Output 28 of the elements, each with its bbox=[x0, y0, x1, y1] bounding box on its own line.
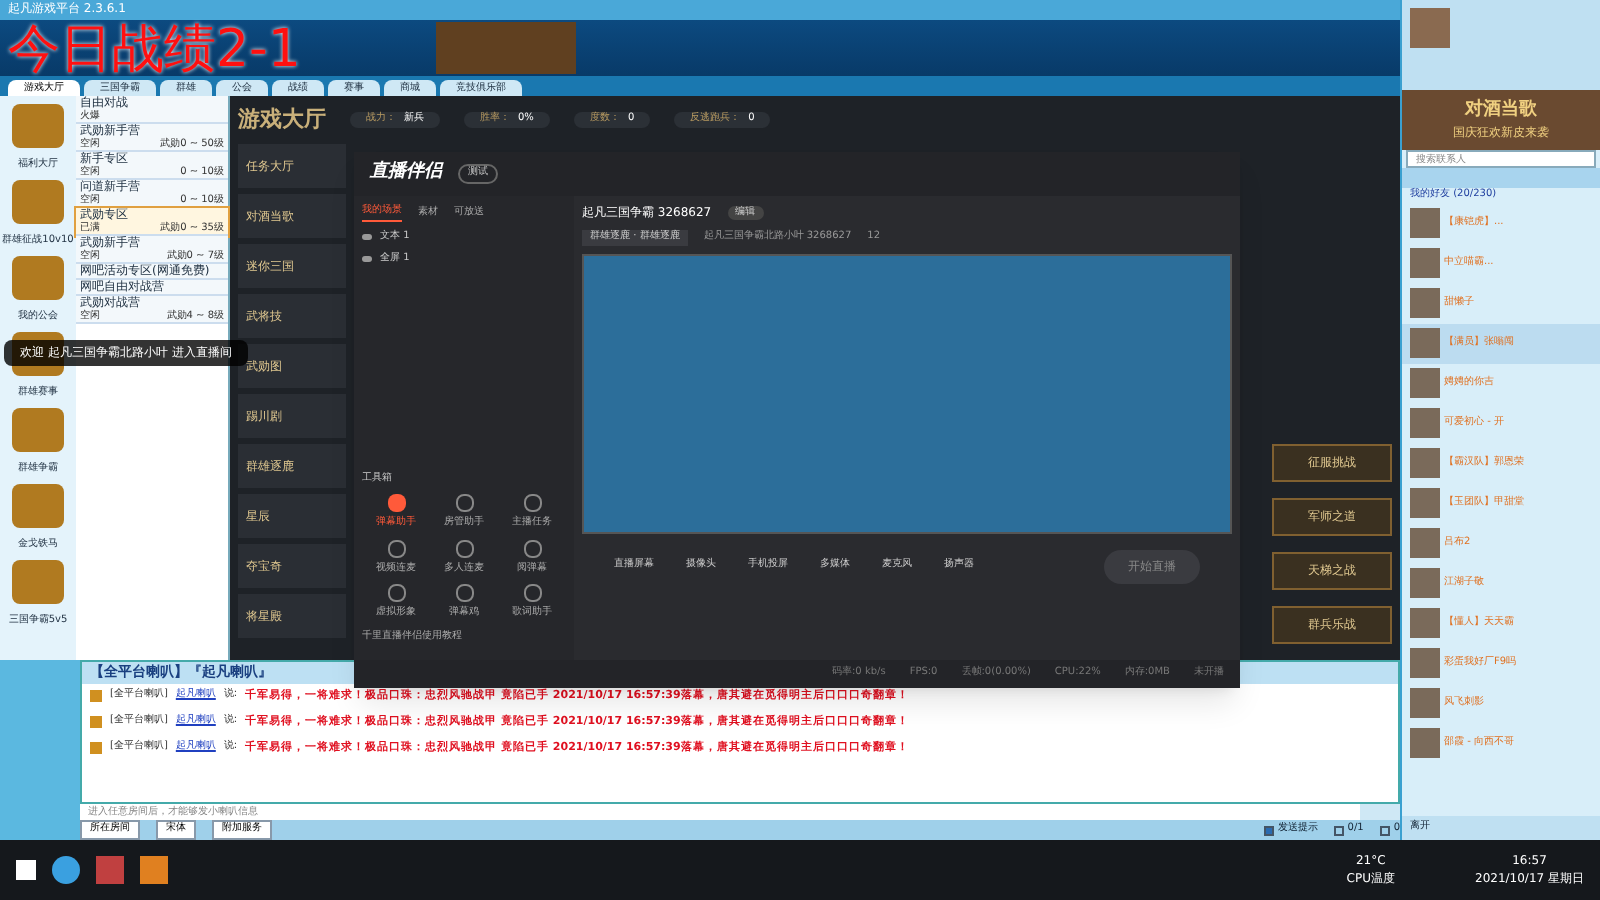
avatar-placeholder bbox=[1410, 568, 1440, 598]
avatar-placeholder bbox=[1410, 488, 1440, 518]
avatar-placeholder bbox=[1410, 688, 1440, 718]
app-logo: 直播伴侣 bbox=[370, 160, 442, 187]
promo-banner bbox=[436, 21, 576, 74]
avatar-placeholder bbox=[1410, 8, 1450, 48]
avatar-placeholder bbox=[1410, 728, 1440, 758]
avatar-placeholder bbox=[1410, 208, 1440, 238]
overlay-text: 今日战绩2-1 bbox=[8, 22, 301, 78]
banner-title: 对酒当歌 bbox=[1465, 97, 1537, 124]
lobby-title: 游戏大厅 bbox=[238, 103, 326, 136]
avatar-placeholder bbox=[1410, 528, 1440, 558]
status-checkbox[interactable] bbox=[1263, 825, 1274, 836]
horn-icon bbox=[90, 716, 102, 728]
avatar-placeholder bbox=[1410, 608, 1440, 638]
avatar-placeholder bbox=[1410, 328, 1440, 358]
horn-icon bbox=[90, 742, 102, 754]
avatar-placeholder bbox=[1410, 248, 1440, 278]
avatar-placeholder bbox=[1410, 408, 1440, 438]
windows-start-icon[interactable] bbox=[16, 860, 36, 880]
status-checkbox[interactable] bbox=[1379, 825, 1390, 836]
avatar-placeholder bbox=[1410, 648, 1440, 678]
browser-icon[interactable] bbox=[52, 856, 80, 884]
status-checkbox[interactable] bbox=[1333, 825, 1344, 836]
avatar-placeholder bbox=[1410, 448, 1440, 478]
horn-icon bbox=[90, 690, 102, 702]
avatar-placeholder bbox=[1410, 368, 1440, 398]
avatar-placeholder bbox=[1410, 288, 1440, 318]
